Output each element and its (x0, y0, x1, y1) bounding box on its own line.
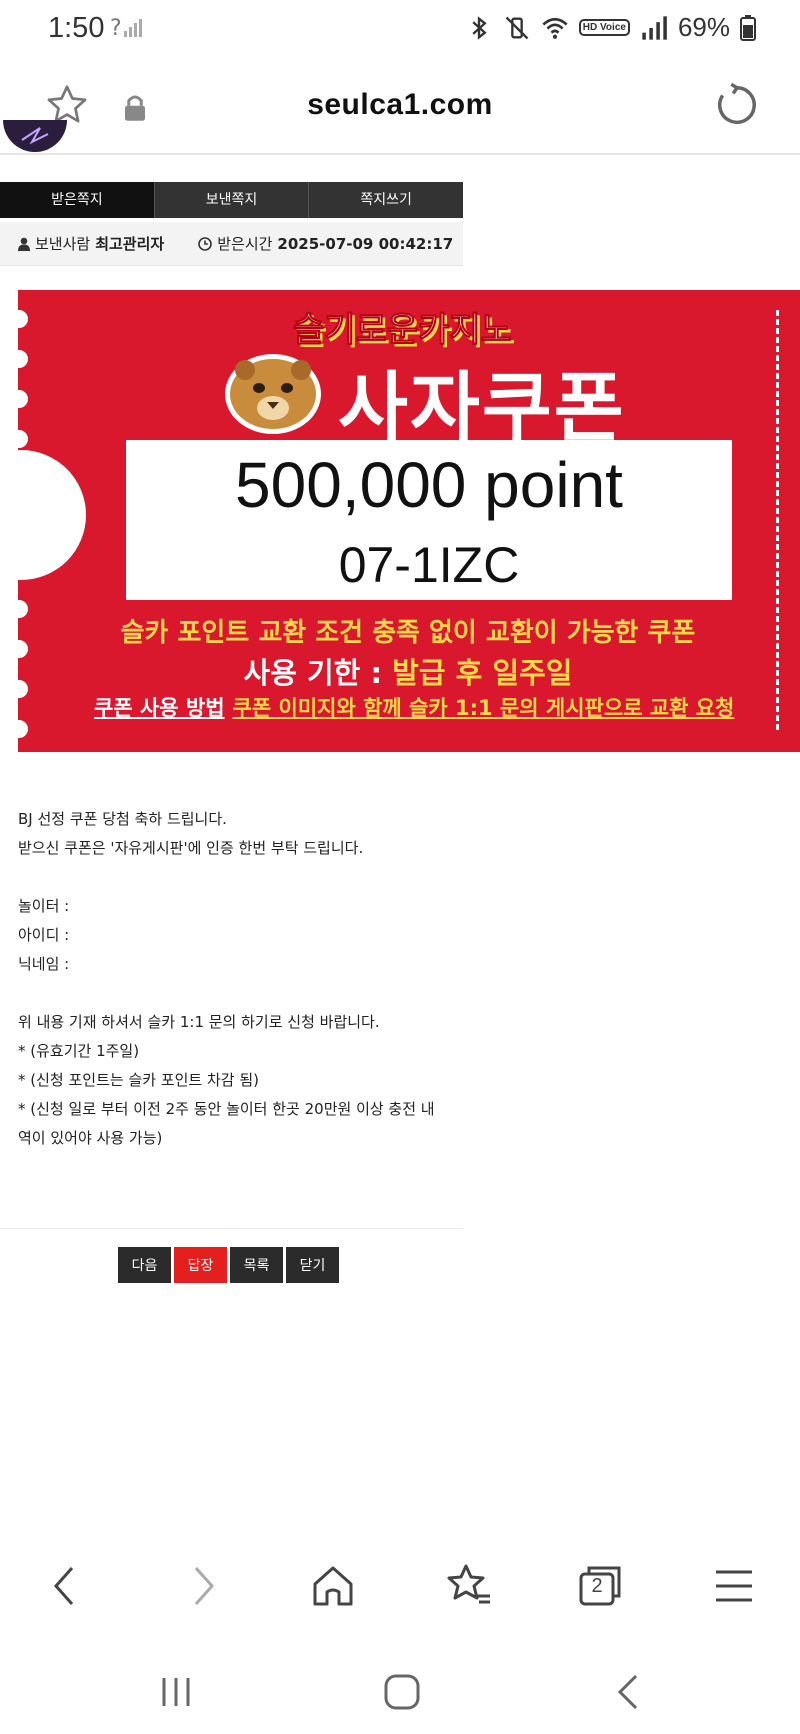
coupon-deadline: 사용 기한 : 발급 후 일주일 (18, 650, 798, 692)
sender-label: 보낸사람 (35, 235, 91, 253)
url-bar[interactable]: seulca1.com (0, 88, 800, 122)
coupon-perforation (776, 310, 780, 730)
tabs-button[interactable]: 2 (573, 1558, 629, 1614)
message-line (18, 863, 438, 892)
coupon-perforation-dot (18, 720, 28, 738)
coupon-perforation-dot (18, 310, 28, 328)
status-bar: 1:50 ? HD Voice 69% (0, 0, 800, 60)
message-line: * (신청 일로 부터 이전 2주 동안 놀이터 한곳 20만원 이상 충전 내 (18, 1100, 435, 1118)
sender-info: 보낸사람 최고관리자 (18, 233, 164, 254)
message-meta: 보낸사람 최고관리자 받은시간 2025-07-09 00:42:17 (0, 222, 463, 266)
coupon-perforation-dot (18, 390, 28, 408)
lion-mascot-icon (225, 354, 321, 434)
network-icon: ? (110, 16, 144, 41)
tab-inbox[interactable]: 받은쪽지 (0, 182, 155, 218)
wifi-icon (542, 17, 568, 39)
battery-icon (740, 14, 756, 41)
message-line: 아이디 : (18, 926, 70, 944)
bookmarks-icon[interactable] (440, 1558, 496, 1614)
coupon-usage: 쿠폰 사용 방법 쿠폰 이미지와 함께 슬카 1:1 문의 게시판으로 교환 요청 (94, 692, 734, 722)
message-line (18, 979, 438, 1008)
home-icon[interactable] (305, 1558, 361, 1614)
coupon-image: 슬기로운카지노 사자쿠폰 500,000 point 07-1IZC 슬카 포인… (18, 290, 800, 752)
coupon-usage-label: 쿠폰 사용 방법 (94, 696, 225, 720)
browser-bottom-nav: 2 (0, 1548, 800, 1628)
coupon-value-box: 500,000 point 07-1IZC (126, 440, 732, 600)
message-body: BJ 선정 쿠폰 당첨 축하 드립니다. 받으신 쿠폰은 '자유게시판'에 인증… (18, 805, 438, 1153)
coupon-deadline-label: 사용 기한 : (243, 656, 393, 690)
system-home-icon[interactable] (380, 1670, 424, 1714)
message-line: 받으신 쿠폰은 '자유게시판'에 인증 한번 부탁 드립니다. (18, 839, 364, 857)
message-line: 놀이터 : (18, 897, 70, 915)
coupon-code: 07-1IZC (338, 537, 520, 593)
message-line: 닉네임 : (18, 955, 70, 973)
message-line: * (신청 포인트는 슬카 포인트 차감 됨) (18, 1071, 260, 1089)
recent-apps-icon[interactable] (154, 1672, 198, 1712)
user-icon (18, 237, 30, 251)
received-info: 받은시간 2025-07-09 00:42:17 (198, 233, 453, 254)
received-label: 받은시간 (217, 235, 273, 253)
forward-icon[interactable] (174, 1558, 230, 1614)
system-nav-bar (0, 1650, 800, 1734)
clock-icon (198, 236, 213, 251)
coupon-perforation-dot (18, 430, 28, 448)
bluetooth-icon (472, 15, 487, 40)
system-back-icon[interactable] (608, 1670, 648, 1714)
coupon-perforation-dot (18, 350, 28, 368)
status-time: 1:50 (48, 12, 105, 44)
avatar (3, 120, 67, 152)
close-button[interactable]: 닫기 (286, 1247, 339, 1283)
message-line: * (유효기간 1주일) (18, 1042, 140, 1060)
reply-button[interactable]: 답장 (174, 1247, 227, 1283)
coupon-notch (18, 450, 86, 580)
browser-toolbar: seulca1.com (0, 60, 800, 155)
reload-icon[interactable] (714, 82, 760, 128)
vibrate-mute-icon (505, 16, 529, 39)
menu-icon[interactable] (706, 1558, 762, 1614)
sender-name: 최고관리자 (95, 235, 165, 253)
message-line: BJ 선정 쿠폰 당첨 축하 드립니다. (18, 810, 227, 828)
mailbox-tabs: 받은쪽지 보낸쪽지 쪽지쓰기 (0, 182, 463, 218)
hd-voice-icon: HD Voice (578, 19, 630, 36)
received-time: 2025-07-09 00:42:17 (277, 234, 454, 253)
coupon-deadline-value: 발급 후 일주일 (392, 656, 573, 690)
tab-compose[interactable]: 쪽지쓰기 (309, 182, 463, 218)
message-line: 역이 있어야 사용 가능) (18, 1129, 163, 1147)
battery-percent: 69% (677, 12, 730, 42)
message-actions: 다음 답장 목록 닫기 (118, 1247, 339, 1283)
next-button[interactable]: 다음 (118, 1247, 171, 1283)
coupon-amount: 500,000 point (235, 449, 623, 521)
message-line: 위 내용 기재 하셔서 슬카 1:1 문의 하기로 신청 바랍니다. (18, 1013, 380, 1031)
list-button[interactable]: 목록 (230, 1247, 283, 1283)
tab-sent[interactable]: 보낸쪽지 (155, 182, 310, 218)
coupon-usage-text: 쿠폰 이미지와 함께 슬카 1:1 문의 게시판으로 교환 요청 (232, 696, 735, 720)
network-unknown-glyph: ? (110, 16, 122, 41)
coupon-brand: 슬기로운카지노 (293, 310, 513, 351)
divider (0, 1228, 463, 1229)
tab-count: 2 (591, 1575, 603, 1597)
coupon-description: 슬카 포인트 교환 조건 충족 없이 교환이 가능한 쿠폰 (120, 618, 696, 648)
back-icon[interactable] (38, 1558, 94, 1614)
signal-icon (642, 15, 667, 40)
